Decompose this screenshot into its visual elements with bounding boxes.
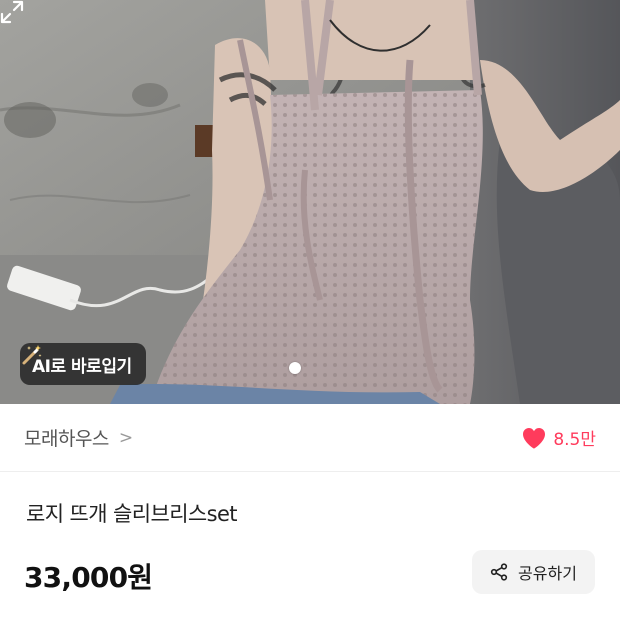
magic-wand-icon	[22, 345, 42, 365]
carousel-dot-active[interactable]	[289, 362, 301, 374]
product-title: 로지 뜨개 슬리브리스set	[26, 502, 238, 526]
share-button[interactable]: 공유하기	[472, 550, 595, 594]
expand-icon[interactable]	[0, 0, 24, 24]
store-link[interactable]: 모래하우스 >	[24, 424, 133, 451]
carousel-indicator	[289, 362, 301, 374]
share-label: 공유하기	[518, 564, 577, 583]
store-name: 모래하우스	[24, 428, 109, 450]
heart-icon	[523, 427, 546, 448]
like-button[interactable]: 8.5만	[521, 425, 596, 450]
ai-try-on-button[interactable]: AI로 바로입기	[20, 343, 146, 385]
share-icon	[490, 563, 508, 581]
chevron-right-icon: >	[118, 427, 134, 448]
store-row: 모래하우스 > 8.5만	[0, 404, 620, 472]
like-count: 8.5만	[553, 430, 596, 450]
product-price: 33,000원	[24, 561, 153, 594]
ai-try-on-label: AI로 바로입기	[32, 356, 132, 377]
product-image[interactable]: AI로 바로입기	[0, 0, 620, 404]
